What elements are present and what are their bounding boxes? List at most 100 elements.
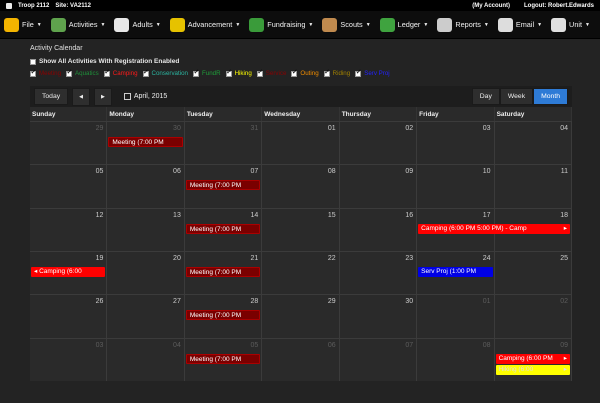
day-number: 04 [560, 125, 568, 132]
day-number: 03 [482, 125, 491, 132]
filter-checkbox[interactable] [103, 68, 110, 77]
day-cell[interactable]: 26 [30, 295, 108, 338]
day-cell[interactable]: 08 [417, 338, 495, 381]
nav-reports[interactable]: Reports ▼ [437, 17, 489, 32]
day-cell[interactable]: 08 [262, 165, 340, 208]
event-meeting[interactable]: Meeting (7:00 PM [108, 137, 183, 147]
prev-month-button[interactable]: ◀ [72, 87, 90, 106]
nav-advancement[interactable]: Advancement ▼ [169, 17, 240, 32]
week-row: 29 30 31 01 02 03 04 Meeting (7:00 PM [30, 121, 572, 165]
day-cell[interactable]: 10 [417, 165, 495, 208]
filter-camping[interactable]: Camping [103, 68, 138, 77]
day-cell[interactable]: 03 [30, 338, 108, 381]
filter-checkbox[interactable] [225, 68, 232, 77]
view-month-button[interactable]: Month [533, 88, 568, 105]
nav-ledger[interactable]: Ledger ▼ [379, 17, 428, 32]
nav-label: Adults [132, 20, 153, 29]
event-meeting[interactable]: Meeting (7:00 PM [185, 223, 261, 234]
day-cell[interactable]: 09 [340, 165, 418, 208]
event-serv[interactable]: Serv Proj (1:00 PM [418, 266, 493, 277]
filter-serv-proj[interactable]: Serv Proj [355, 68, 390, 77]
day-number: 30 [173, 125, 181, 132]
month-display[interactable]: April, 2015 [123, 93, 167, 100]
day-cell[interactable]: 31 [185, 122, 263, 165]
filter-meeting[interactable]: Meeting [30, 68, 61, 77]
day-cell[interactable]: 16 [340, 208, 418, 251]
day-number: 08 [482, 341, 491, 349]
filter-aquatics[interactable]: Aquatics [66, 68, 99, 77]
nav-adults[interactable]: Adults ▼ [114, 17, 161, 32]
event-camping[interactable]: Camping (6:00 PM ▸ [495, 353, 570, 364]
day-cell[interactable]: 23 [340, 251, 418, 295]
week-row: 12 13 14 15 16 17 18 Meeting (7:00 PM Camping (6… [30, 207, 572, 251]
day-cell[interactable]: 07 [340, 338, 418, 381]
show-all-toggle[interactable]: Show All Activities With Registration En… [30, 58, 570, 65]
view-week-button[interactable]: Week [499, 88, 534, 105]
nav-file[interactable]: File ▼ [4, 17, 42, 32]
show-all-checkbox[interactable] [30, 58, 36, 65]
next-month-button[interactable]: ▶ [94, 87, 112, 106]
continues-right-icon: ▸ [563, 224, 567, 232]
filter-checkbox[interactable] [66, 68, 72, 77]
filter-checkbox[interactable] [142, 68, 149, 77]
nav-activities[interactable]: Activities ▼ [50, 17, 105, 32]
logout-link[interactable]: Logout: Robert.Edwards [524, 3, 594, 9]
event-meeting[interactable]: Meeting (7:00 PM [185, 180, 261, 191]
filter-label: Aquatics [75, 70, 99, 77]
day-cell[interactable]: 13 [107, 208, 185, 251]
event-meeting[interactable]: Meeting (7:00 PM [185, 310, 261, 321]
event-hiking[interactable]: Hiking (6:00 ▸ [495, 364, 570, 375]
day-number: 01 [327, 125, 336, 132]
filter-checkbox[interactable] [291, 68, 298, 77]
filter-conservation[interactable]: Conservation [142, 68, 188, 77]
today-button[interactable]: Today [34, 88, 69, 105]
day-cell[interactable]: 01 [262, 122, 340, 165]
filter-hiking[interactable]: Hiking [225, 68, 252, 77]
day-cell[interactable]: 20 [107, 251, 185, 295]
my-account-link[interactable]: (My Account) [472, 3, 510, 9]
day-cell[interactable]: 25 [495, 251, 572, 295]
filter-service[interactable]: Service [256, 68, 286, 77]
day-cell[interactable]: 29 [30, 122, 108, 165]
day-cell[interactable]: 29 [262, 295, 340, 338]
nav-fundraising[interactable]: Fundraising ▼ [249, 17, 313, 32]
day-number: 12 [95, 211, 104, 219]
day-cell[interactable]: 02 [495, 295, 572, 338]
day-cell[interactable]: 04 [107, 338, 185, 381]
day-cell[interactable]: 11 [495, 165, 572, 208]
view-day-button[interactable]: Day [471, 88, 500, 105]
filter-fundr[interactable]: FundR [192, 68, 221, 77]
event-camping[interactable]: ◂ Camping (6:00 [31, 266, 106, 277]
day-cell[interactable]: 30 [340, 295, 418, 338]
day-cell[interactable]: 06 [262, 338, 340, 381]
day-cell[interactable]: 04 [495, 122, 572, 165]
filter-riding[interactable]: Riding [323, 68, 350, 77]
filter-checkbox[interactable] [323, 68, 330, 77]
event-meeting[interactable]: Meeting (7:00 PM [185, 266, 261, 277]
event-camping[interactable]: Camping (6:00 PM 5:00 PM) - Camp ▸ [418, 223, 570, 234]
filter-checkbox[interactable] [256, 68, 263, 77]
day-cell[interactable]: 01 [417, 295, 495, 338]
nav-email[interactable]: Email ▼ [497, 17, 542, 32]
filter-checkbox[interactable] [192, 68, 199, 77]
nav-unit[interactable]: Unit ▼ [551, 17, 590, 32]
day-cell[interactable]: 22 [262, 251, 340, 295]
nav-scouts[interactable]: Scouts ▼ [322, 17, 371, 32]
day-cell[interactable]: 02 [340, 122, 418, 165]
filter-checkbox[interactable] [30, 68, 36, 77]
day-cell[interactable]: 15 [262, 208, 340, 251]
day-number: 14 [250, 211, 259, 219]
filter-checkbox[interactable] [355, 68, 362, 77]
day-cell[interactable]: 27 [107, 295, 185, 338]
day-cell[interactable]: 03 [417, 122, 495, 165]
event-label: Serv Proj (1:00 PM [421, 267, 477, 275]
filter-outing[interactable]: Outing [291, 68, 319, 77]
event-meeting[interactable]: Meeting (7:00 PM [185, 353, 261, 364]
day-cell[interactable]: 05 [30, 165, 108, 208]
event-label: Camping (6:00 PM [498, 354, 553, 362]
day-cell[interactable]: 06 [107, 165, 185, 208]
event-label: Camping (6:00 PM 5:00 PM) - Camp [421, 224, 527, 232]
day-cell[interactable]: 12 [30, 208, 108, 251]
filter-label: Outing [300, 70, 319, 77]
day-number: 23 [405, 254, 414, 262]
